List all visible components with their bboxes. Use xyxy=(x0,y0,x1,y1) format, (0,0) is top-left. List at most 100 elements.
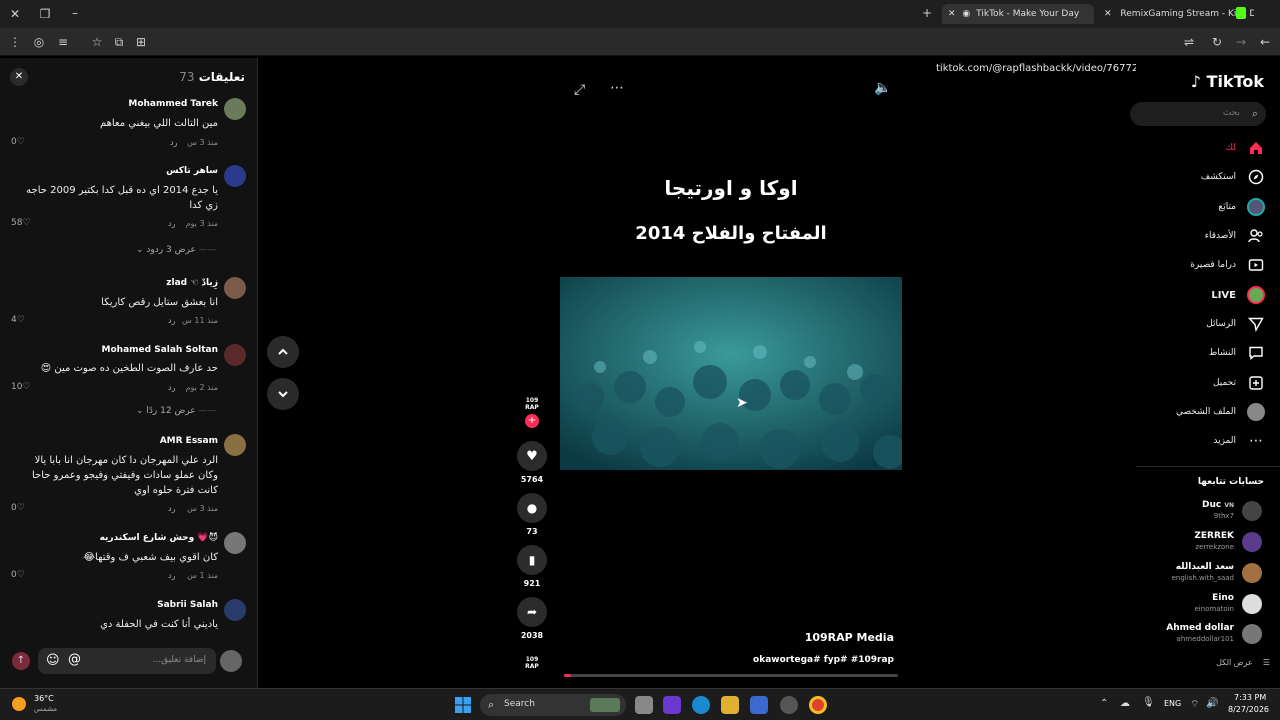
onedrive-icon[interactable]: ☁ xyxy=(1120,698,1130,709)
next-video-button[interactable] xyxy=(267,378,299,410)
comment-author[interactable]: Mohammed Tarek xyxy=(128,99,218,109)
comment-author[interactable]: Mohamed Salah Soltan xyxy=(102,345,218,355)
sidebar-item-following[interactable]: متابَع xyxy=(1218,197,1266,217)
comment-like[interactable]: 0♡ xyxy=(11,570,25,580)
avatar[interactable] xyxy=(224,434,246,456)
windows-start-icon[interactable] xyxy=(454,696,472,714)
comment-author[interactable]: وحش شارع اسكندريه 💗😈 xyxy=(100,533,218,543)
video-hashtags[interactable]: okawortega# fyp# #109rap xyxy=(753,655,894,665)
comment-author[interactable]: ساهر تاكس xyxy=(166,166,218,176)
clock-date[interactable]: 8/27/2026 xyxy=(1228,705,1269,714)
search-input[interactable]: ⌕ بحث xyxy=(1130,102,1266,126)
sidebar-item-profile[interactable]: الملف الشخصي xyxy=(1176,402,1266,422)
show-all-button[interactable]: ☰ عرض الكل xyxy=(1216,658,1270,667)
microphone-icon[interactable]: 🎙 xyxy=(1142,697,1155,708)
video-author[interactable]: 109RAP Media xyxy=(805,631,894,644)
close-comments-icon[interactable]: ✕ xyxy=(10,68,28,86)
comment-author[interactable]: zlad ☜ زِيادْ xyxy=(166,278,218,288)
reply-button[interactable]: رد xyxy=(168,571,175,580)
bookmark-star-icon[interactable]: ☆ xyxy=(90,35,104,49)
profile-icon[interactable]: ◎ xyxy=(32,35,46,49)
site-settings-icon[interactable]: ⇌ xyxy=(1182,35,1196,49)
comment-like[interactable]: 58♡ xyxy=(11,218,31,228)
reply-button[interactable]: رد xyxy=(168,316,175,325)
following-name[interactable]: Duc VN xyxy=(1202,500,1234,510)
comment-like[interactable]: 0♡ xyxy=(11,503,25,513)
minimize-window-icon[interactable]: – xyxy=(68,6,82,20)
avatar[interactable] xyxy=(224,277,246,299)
reply-button[interactable]: رد xyxy=(170,138,177,147)
volume-icon[interactable]: 🔈 xyxy=(874,80,891,96)
restore-window-icon[interactable]: ❐ xyxy=(38,7,52,21)
add-comment-input[interactable]: ☺ @ إضافة تعليق... xyxy=(38,648,216,674)
sidebar-item-drama[interactable]: دراما قصيرة xyxy=(1190,255,1266,275)
more-options-icon[interactable]: ⋯ xyxy=(610,80,624,96)
tiktok-logo[interactable]: ♪ TikTok xyxy=(1191,72,1264,91)
avatar[interactable] xyxy=(1242,501,1262,521)
music-disc-logo[interactable]: 109 RAP xyxy=(524,656,540,670)
avatar[interactable] xyxy=(224,532,246,554)
sidebar-item-friends[interactable]: الأصدقاء xyxy=(1205,226,1266,246)
edge-icon[interactable] xyxy=(692,696,710,714)
file-explorer-icon[interactable] xyxy=(721,696,739,714)
share-icon[interactable]: ⧉ xyxy=(112,35,126,49)
avatar[interactable] xyxy=(224,165,246,187)
follow-plus-icon[interactable]: + xyxy=(525,414,539,428)
app-icon[interactable] xyxy=(663,696,681,714)
task-view-icon[interactable] xyxy=(635,696,653,714)
reply-button[interactable]: رد xyxy=(168,219,175,228)
video-progress-track[interactable] xyxy=(564,674,898,677)
avatar[interactable] xyxy=(1242,532,1262,552)
extensions-icon[interactable]: ⊞ xyxy=(134,35,148,49)
show-replies-button[interactable]: —— عرض 3 ردود ⌄ xyxy=(136,245,217,255)
tray-chevron-icon[interactable]: ⌃ xyxy=(1100,698,1108,709)
close-tab-icon[interactable]: ✕ xyxy=(948,9,956,19)
save-button[interactable]: ▮ 921 xyxy=(517,545,547,588)
following-name[interactable]: Ahmed dollar xyxy=(1166,623,1234,633)
menu-dots-icon[interactable]: ⋮ xyxy=(8,35,22,49)
sidebar-item-activity[interactable]: النشاط xyxy=(1209,343,1266,363)
chrome-icon[interactable] xyxy=(809,696,827,714)
fullscreen-icon[interactable]: ⤢ xyxy=(574,82,585,98)
emoji-icon[interactable]: ☺ xyxy=(46,653,60,668)
settings-gear-icon[interactable] xyxy=(780,696,798,714)
tab-remixgaming[interactable]: ✕ RemixGaming Stream - Kick Da xyxy=(1100,4,1254,24)
store-icon[interactable] xyxy=(750,696,768,714)
share-button[interactable]: ➦ 2038 xyxy=(517,597,547,640)
tab-tiktok[interactable]: ✕ ◉ TikTok - Make Your Day xyxy=(942,4,1094,24)
clock-time[interactable]: 7:33 PM xyxy=(1234,693,1266,702)
close-tab-icon[interactable]: ✕ xyxy=(1104,9,1112,19)
reply-button[interactable]: رد xyxy=(168,504,175,513)
sidebar-item-explore[interactable]: استكشف xyxy=(1201,167,1266,187)
show-replies-button[interactable]: —— عرض 12 ردًا ⌄ xyxy=(136,406,217,416)
close-window-icon[interactable]: ✕ xyxy=(8,7,22,21)
comment-author[interactable]: Sabrii Salah xyxy=(157,600,218,610)
following-name[interactable]: Eino xyxy=(1212,593,1234,603)
comment-like[interactable]: 4♡ xyxy=(11,315,25,325)
weather-temp[interactable]: 36°C xyxy=(34,694,54,703)
forward-icon[interactable]: → xyxy=(1234,35,1248,49)
video-player[interactable]: ⤢ ⋯ 🔈 اوكا و اورتيجا المفتاح والفلاح 201… xyxy=(560,58,902,688)
avatar[interactable] xyxy=(1242,563,1262,583)
volume-icon[interactable]: 🔊 xyxy=(1206,698,1218,709)
sidebar-item-upload[interactable]: تحميل xyxy=(1213,373,1266,393)
wifi-icon[interactable]: ⌔ xyxy=(1190,698,1199,711)
comment-like[interactable]: 0♡ xyxy=(11,137,25,147)
following-name[interactable]: سعد العبدالله xyxy=(1176,562,1234,572)
previous-video-button[interactable] xyxy=(267,336,299,368)
sidebar-item-foryou[interactable]: لك xyxy=(1226,138,1266,158)
mention-icon[interactable]: @ xyxy=(68,652,81,667)
language-indicator[interactable]: ENG xyxy=(1164,699,1181,708)
reader-icon[interactable]: ≡ xyxy=(56,35,70,49)
comment-button[interactable]: ● 73 xyxy=(517,493,547,536)
avatar[interactable] xyxy=(224,599,246,621)
like-button[interactable]: ♥ 5764 xyxy=(517,441,547,484)
avatar[interactable] xyxy=(224,98,246,120)
reply-button[interactable]: رد xyxy=(168,383,175,392)
avatar[interactable] xyxy=(1242,624,1262,644)
avatar[interactable] xyxy=(1242,594,1262,614)
sidebar-item-messages[interactable]: الرسائل xyxy=(1206,314,1266,334)
taskbar-search[interactable]: ⌕ Search xyxy=(480,694,626,716)
comment-like[interactable]: 10♡ xyxy=(11,382,31,392)
following-name[interactable]: ZERREK xyxy=(1194,531,1234,541)
